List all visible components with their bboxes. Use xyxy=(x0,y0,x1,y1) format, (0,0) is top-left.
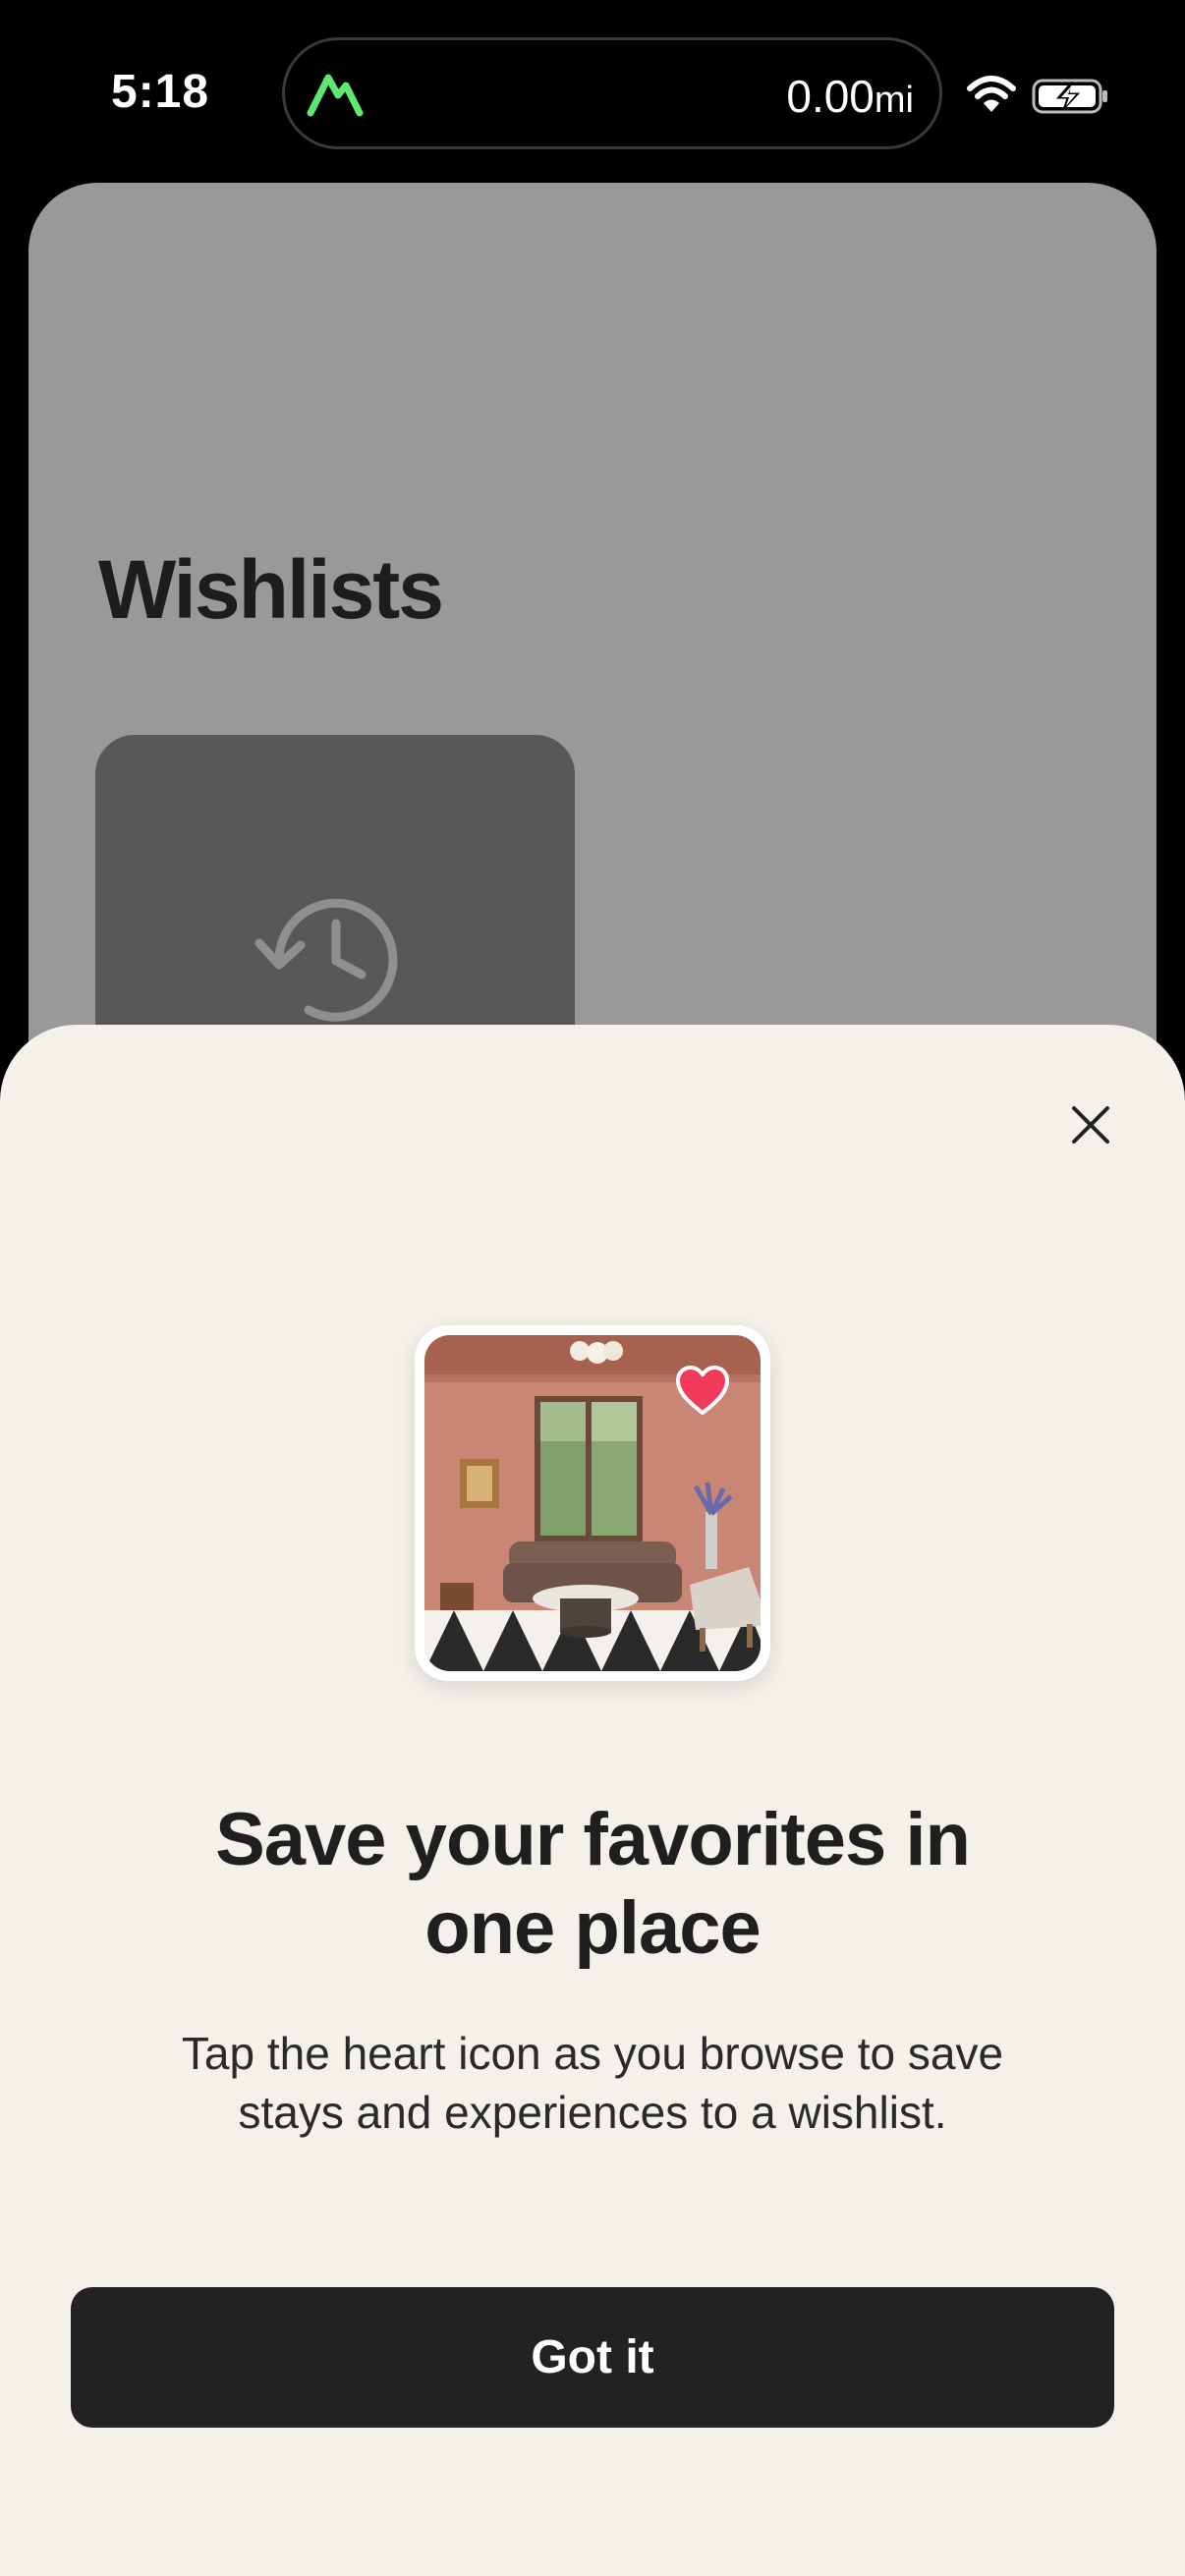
activity-pill[interactable]: 0.00mi xyxy=(282,37,942,149)
description-line-1: Tap the heart icon as you browse to save xyxy=(181,2028,1004,2079)
got-it-button[interactable]: Got it xyxy=(71,2287,1114,2428)
history-icon xyxy=(254,898,398,1022)
headline-line-2: one place xyxy=(424,1886,762,1970)
mountain-logo-icon xyxy=(307,74,364,117)
headline-line-1: Save your favorites in xyxy=(215,1798,971,1881)
page-title: Wishlists xyxy=(98,543,444,636)
sheet-description: Tap the heart icon as you browse to save… xyxy=(118,2024,1067,2142)
status-time: 5:18 xyxy=(111,66,210,118)
distance-value: 0.00 xyxy=(786,71,875,122)
description-line-2: stays and experiences to a wishlist. xyxy=(238,2087,947,2138)
heart-icon[interactable] xyxy=(674,1364,731,1417)
close-icon xyxy=(1072,1106,1109,1144)
sheet-headline: Save your favorites in one place xyxy=(98,1796,1087,1973)
distance-readout: 0.00mi xyxy=(786,70,914,123)
wifi-icon xyxy=(967,76,1016,112)
close-button[interactable] xyxy=(1057,1092,1124,1158)
status-bar: 5:18 0.00mi xyxy=(0,0,1185,187)
battery-charging-icon xyxy=(1032,79,1107,114)
distance-unit: mi xyxy=(874,80,914,121)
